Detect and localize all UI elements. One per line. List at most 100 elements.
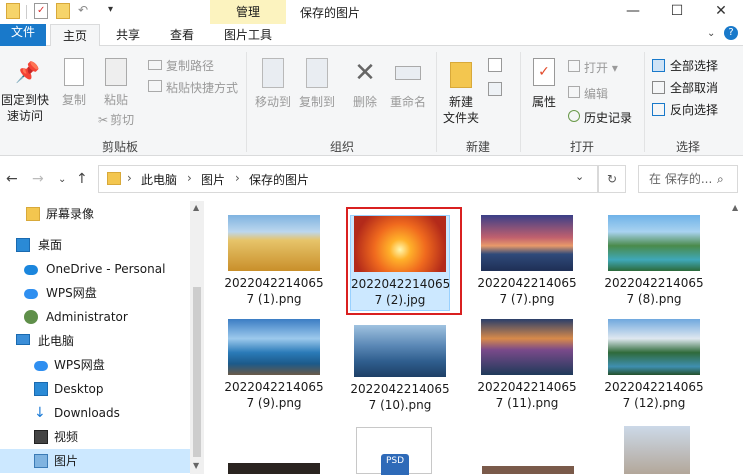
up-arrow-icon[interactable]: ↑ <box>76 171 88 187</box>
new-item-icon[interactable] <box>488 58 502 72</box>
pin-icon: 📌 <box>15 60 40 84</box>
properties-button[interactable]: ✓ 属性 <box>526 58 562 110</box>
file-list-scrollbar[interactable]: ▲ <box>728 201 743 474</box>
maximize-button[interactable]: ☐ <box>655 0 699 24</box>
minimize-button[interactable]: — <box>611 0 655 24</box>
rename-icon <box>395 66 421 80</box>
nav-item-label: Desktop <box>54 382 104 396</box>
breadcrumb-saved-pictures[interactable]: 保存的图片 <box>249 171 309 188</box>
nav-item-pictures[interactable]: 图片 <box>0 449 190 473</box>
back-arrow-icon[interactable]: ← <box>6 171 18 187</box>
open-label: 打开 <box>584 61 609 75</box>
nav-item-downloads[interactable]: ↓ Downloads <box>0 401 190 425</box>
delete-icon: ✕ <box>354 58 376 88</box>
pin-button[interactable]: 📌 固定到快 速访问 <box>0 60 50 124</box>
cut-button[interactable]: ✂ 剪切 <box>98 112 134 128</box>
chevron-down-icon[interactable]: ▾ <box>108 4 113 15</box>
nav-item-onedrive[interactable]: OneDrive - Personal <box>0 257 190 281</box>
address-bar[interactable]: › 此电脑 › 图片 › 保存的图片 ⌄ <box>98 165 598 193</box>
nav-item-desktop[interactable]: Desktop <box>0 377 190 401</box>
select-all-label: 全部选择 <box>670 59 719 73</box>
nav-item-label: 桌面 <box>38 238 63 252</box>
thumbnail-partial[interactable] <box>482 466 574 474</box>
scrollbar-thumb[interactable] <box>193 287 201 457</box>
thumbnail-partial[interactable] <box>228 463 320 474</box>
nav-item-desktop-root[interactable]: 桌面 <box>0 233 190 257</box>
tab-share[interactable]: 共享 <box>108 24 148 46</box>
file-name-line-1: 2022042214065 <box>604 380 704 394</box>
file-name-line-2: 7 (9).png <box>246 396 302 410</box>
paste-button[interactable]: 粘贴 <box>96 58 136 108</box>
paste-shortcut-button[interactable]: 粘贴快捷方式 <box>148 80 238 96</box>
rename-button[interactable]: 重命名 <box>386 58 430 110</box>
file-item[interactable]: 2022042214065 7 (8).png <box>604 215 704 307</box>
select-none-button[interactable]: 全部取消 <box>652 80 718 96</box>
history-label: 历史记录 <box>584 111 633 125</box>
invert-selection-icon <box>652 103 665 116</box>
file-item[interactable]: 2022042214065 7 (1).png <box>224 215 324 307</box>
scroll-down-icon[interactable]: ▼ <box>193 461 199 470</box>
copy-path-button[interactable]: 复制路径 <box>148 58 214 74</box>
tab-file[interactable]: 文件 <box>0 24 46 46</box>
properties-icon[interactable]: ✓ <box>34 3 48 19</box>
new-folder-button[interactable]: 新建 文件夹 <box>440 58 482 126</box>
edit-button[interactable]: 编辑 <box>568 86 608 102</box>
chevron-down-icon[interactable]: ⌄ <box>575 170 584 183</box>
forward-arrow-icon[interactable]: → <box>32 171 44 187</box>
scroll-up-icon[interactable]: ▲ <box>193 203 199 212</box>
file-item[interactable]: 2022042214065 7 (7).png <box>477 215 577 307</box>
invert-selection-button[interactable]: 反向选择 <box>652 102 718 118</box>
copy-button[interactable]: 复制 <box>54 58 94 108</box>
file-item[interactable]: 2022042214065 7 (11).png <box>477 319 577 411</box>
desktop-icon <box>16 238 30 252</box>
file-item[interactable]: 2022042214065 7 (12).png <box>604 319 704 411</box>
nav-item-wps-drive[interactable]: WPS网盘 <box>0 281 190 305</box>
breadcrumb-pictures[interactable]: 图片 <box>201 171 225 188</box>
cloud-icon <box>34 361 48 371</box>
recent-chevron-icon[interactable]: ⌄ <box>58 174 66 185</box>
nav-item-videos[interactable]: 视频 <box>0 425 190 449</box>
scroll-up-icon[interactable]: ▲ <box>732 203 738 212</box>
open-button[interactable]: 打开 ▾ <box>568 60 618 76</box>
file-name-line-1: 2022042214065 <box>477 380 577 394</box>
chevron-down-icon[interactable]: ⌄ <box>707 28 715 39</box>
tab-view[interactable]: 查看 <box>160 24 204 46</box>
easy-access-icon[interactable] <box>488 82 502 96</box>
refresh-icon[interactable]: ↻ <box>598 165 626 193</box>
nav-item-wps-drive-pc[interactable]: WPS网盘 <box>0 353 190 377</box>
undo-icon[interactable]: ↶ <box>78 3 94 19</box>
select-all-button[interactable]: 全部选择 <box>652 58 718 74</box>
copy-to-button[interactable]: 复制到 <box>296 58 338 110</box>
tab-home[interactable]: 主页 <box>50 24 100 47</box>
copy-label: 复制 <box>61 93 86 107</box>
tab-picture-tools[interactable]: 图片工具 <box>212 24 284 46</box>
thumbnail-partial[interactable] <box>624 426 690 474</box>
history-button[interactable]: 历史记录 <box>568 110 632 126</box>
cut-label: 剪切 <box>110 113 135 127</box>
file-item[interactable]: 2022042214065 7 (9).png <box>224 319 324 411</box>
file-name-line-1: 2022042214065 <box>224 276 324 290</box>
breadcrumb-this-pc[interactable]: 此电脑 <box>141 171 177 188</box>
search-box[interactable]: 在 保存的... ⌕ <box>638 165 738 193</box>
select-none-label: 全部取消 <box>670 81 719 95</box>
ribbon: 📌 固定到快 速访问 复制 粘贴 复制路径 粘贴快捷方式 ✂ 剪切 剪贴板 移动到… <box>0 46 743 156</box>
psd-file-item[interactable]: PSD <box>356 427 432 475</box>
edit-icon <box>568 86 580 98</box>
close-button[interactable]: ✕ <box>699 0 743 24</box>
folder-icon <box>26 207 40 221</box>
context-tab-manage[interactable]: 管理 <box>210 0 286 24</box>
nav-item-label: 此电脑 <box>38 334 75 348</box>
file-item[interactable]: 2022042214065 7 (10).png <box>350 325 450 413</box>
group-label-select: 选择 <box>675 140 700 154</box>
open-icon <box>568 60 580 72</box>
move-to-button[interactable]: 移动到 <box>252 58 294 110</box>
nav-item-administrator[interactable]: Administrator <box>0 305 190 329</box>
delete-button[interactable]: ✕ 删除 <box>346 58 384 110</box>
nav-item-this-pc[interactable]: 此电脑 <box>0 329 190 353</box>
edit-label: 编辑 <box>584 87 609 101</box>
nav-item-screen-recordings[interactable]: 屏幕录像 <box>0 202 190 226</box>
help-icon[interactable]: ? <box>724 26 738 40</box>
search-icon: ⌕ <box>717 172 724 186</box>
new-folder-icon[interactable] <box>56 3 70 19</box>
folder-icon <box>6 3 20 19</box>
